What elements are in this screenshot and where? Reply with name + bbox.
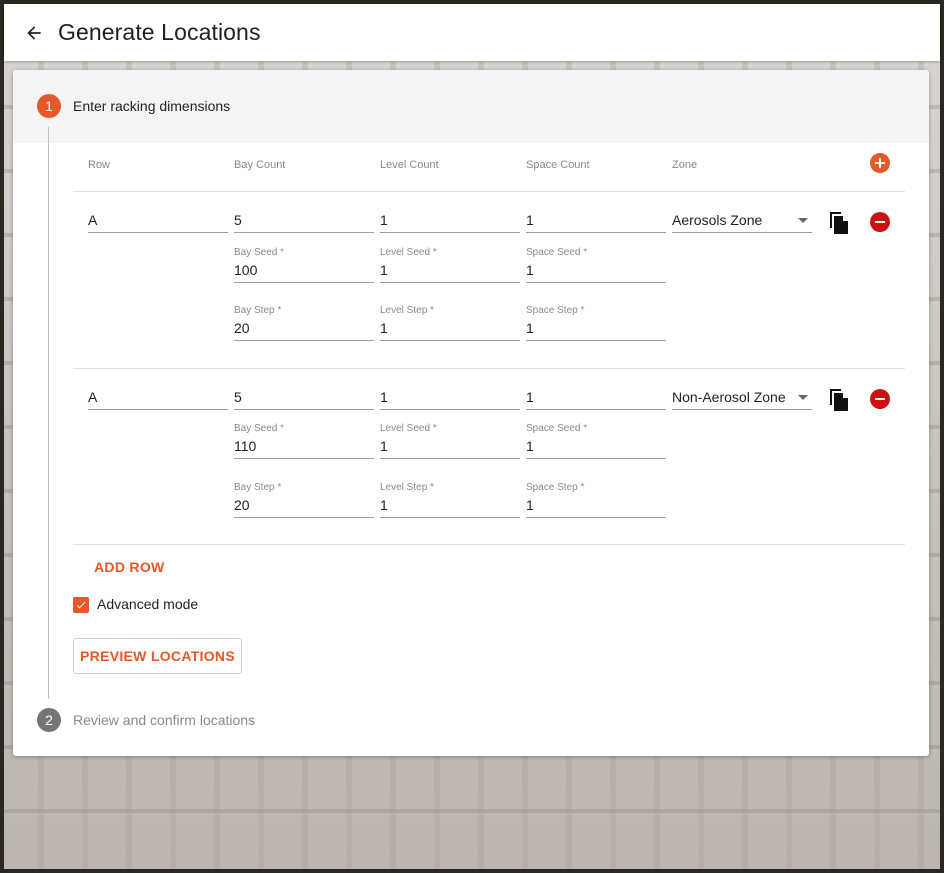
arrow-back-icon <box>27 25 41 40</box>
bay-seed-value: 110 <box>234 435 374 459</box>
advanced-mode-checkbox[interactable] <box>73 597 89 613</box>
space-seed-label: Space Seed * <box>526 247 588 258</box>
level-count-field[interactable]: 1 <box>380 373 520 410</box>
bay-count-field[interactable]: 5 <box>234 373 374 410</box>
bay-seed-label: Bay Seed * <box>234 423 285 434</box>
level-seed-field[interactable]: Level Seed * 1 <box>380 422 520 459</box>
bay-seed-label: Bay Seed * <box>234 247 285 258</box>
space-seed-value: 1 <box>526 435 666 459</box>
remove-circle-icon <box>870 212 890 232</box>
copy-row-button[interactable] <box>827 387 851 411</box>
row-field[interactable]: A <box>88 196 228 233</box>
column-header-bay-count: Bay Count <box>234 159 286 171</box>
level-step-label: Level Step * <box>380 482 434 493</box>
level-step-value: 1 <box>380 317 520 341</box>
bay-count-field[interactable]: 5 <box>234 196 374 233</box>
space-step-label: Space Step * <box>526 482 585 493</box>
row-divider <box>73 368 905 369</box>
remove-row-button[interactable] <box>868 210 892 234</box>
rows-end-divider <box>73 544 905 545</box>
row-input-value: A <box>88 209 228 233</box>
space-step-field[interactable]: Space Step * 1 <box>526 481 666 518</box>
space-step-value: 1 <box>526 317 666 341</box>
copy-icon <box>830 212 848 234</box>
preview-locations-button[interactable]: PREVIEW LOCATIONS <box>73 638 242 674</box>
space-count-value: 1 <box>526 209 666 233</box>
stepper-card: 1 Enter racking dimensions Row Bay Count… <box>13 70 929 756</box>
bay-seed-field[interactable]: Bay Seed * 110 <box>234 422 374 459</box>
zone-select-value: Aerosols Zone <box>672 212 763 228</box>
step-2-label[interactable]: Review and confirm locations <box>73 712 255 728</box>
space-count-field[interactable]: 1 <box>526 373 666 410</box>
space-seed-field[interactable]: Space Seed * 1 <box>526 246 666 283</box>
level-step-field[interactable]: Level Step * 1 <box>380 304 520 341</box>
space-seed-value: 1 <box>526 259 666 283</box>
bay-step-value: 20 <box>234 317 374 341</box>
app-bar: Generate Locations <box>4 4 940 61</box>
step-1-number: 1 <box>37 94 61 118</box>
back-button[interactable] <box>14 13 54 53</box>
row-input-value: A <box>88 386 228 410</box>
advanced-mode-label: Advanced mode <box>97 596 199 612</box>
bay-seed-field[interactable]: Bay Seed * 100 <box>234 246 374 283</box>
column-header-zone: Zone <box>672 159 698 171</box>
header-divider <box>73 191 905 192</box>
bay-seed-value: 100 <box>234 259 374 283</box>
add-row-button[interactable]: ADD ROW <box>94 559 165 575</box>
chevron-down-icon <box>798 395 808 400</box>
bay-count-value: 5 <box>234 209 374 233</box>
level-seed-label: Level Seed * <box>380 423 437 434</box>
level-seed-value: 1 <box>380 435 520 459</box>
space-seed-field[interactable]: Space Seed * 1 <box>526 422 666 459</box>
bay-step-label: Bay Step * <box>234 482 282 493</box>
remove-circle-icon <box>870 389 890 409</box>
level-seed-label: Level Seed * <box>380 247 437 258</box>
space-count-field[interactable]: 1 <box>526 196 666 233</box>
bay-step-field[interactable]: Bay Step * 20 <box>234 481 374 518</box>
row-field[interactable]: A <box>88 373 228 410</box>
level-count-field[interactable]: 1 <box>380 196 520 233</box>
column-header-space-count: Space Count <box>526 159 590 171</box>
column-header-level-count: Level Count <box>380 159 439 171</box>
space-step-field[interactable]: Space Step * 1 <box>526 304 666 341</box>
copy-icon <box>830 389 848 411</box>
level-step-field[interactable]: Level Step * 1 <box>380 481 520 518</box>
space-step-value: 1 <box>526 494 666 518</box>
check-icon <box>76 601 86 609</box>
level-seed-field[interactable]: Level Seed * 1 <box>380 246 520 283</box>
space-count-value: 1 <box>526 386 666 410</box>
level-count-value: 1 <box>380 386 520 410</box>
level-step-value: 1 <box>380 494 520 518</box>
step-1-label: Enter racking dimensions <box>73 98 231 114</box>
copy-row-button[interactable] <box>827 210 851 234</box>
bay-step-value: 20 <box>234 494 374 518</box>
space-seed-label: Space Seed * <box>526 423 588 434</box>
chevron-down-icon <box>798 218 808 223</box>
bay-step-field[interactable]: Bay Step * 20 <box>234 304 374 341</box>
remove-row-button[interactable] <box>868 387 892 411</box>
add-circle-icon <box>870 153 890 173</box>
column-header-row: Row <box>88 159 111 171</box>
bay-count-value: 5 <box>234 386 374 410</box>
step-2-number: 2 <box>37 708 61 732</box>
level-count-value: 1 <box>380 209 520 233</box>
zone-select[interactable]: Non-Aerosol Zone <box>672 386 812 410</box>
space-step-label: Space Step * <box>526 305 585 316</box>
step-connector <box>48 127 49 699</box>
zone-select-value: Non-Aerosol Zone <box>672 389 786 405</box>
add-row-icon-button[interactable] <box>868 151 892 175</box>
zone-select[interactable]: Aerosols Zone <box>672 209 812 233</box>
level-seed-value: 1 <box>380 259 520 283</box>
page-title: Generate Locations <box>58 19 261 45</box>
level-step-label: Level Step * <box>380 305 434 316</box>
bay-step-label: Bay Step * <box>234 305 282 316</box>
